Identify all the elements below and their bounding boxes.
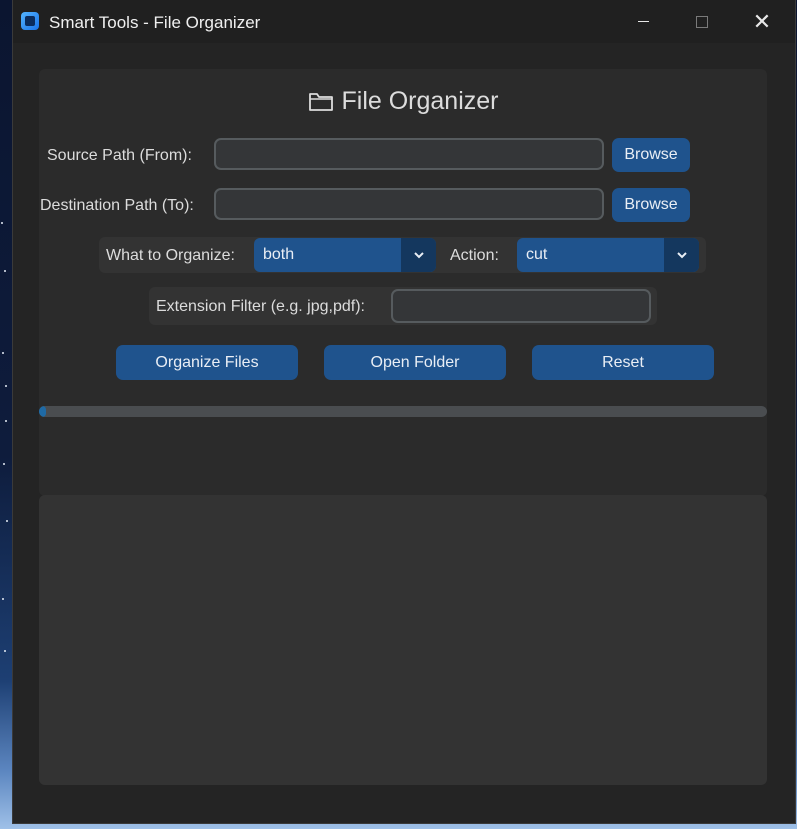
action-dropdown[interactable]: cut [517,238,699,272]
main-panel: File Organizer Source Path (From): Brows… [39,69,767,496]
page-title: File Organizer [39,87,767,116]
organize-files-button[interactable]: Organize Files [116,345,298,380]
star [2,352,4,354]
organize-type-label: What to Organize: [106,247,235,264]
chevron-down-icon[interactable] [401,238,436,272]
star [1,222,3,224]
extension-filter-label: Extension Filter (e.g. jpg,pdf): [156,298,365,315]
star [6,520,8,522]
progress-fill [39,406,47,417]
destination-path-label: Destination Path (To): [40,197,194,214]
organize-type-value: both [263,246,295,263]
star [3,463,5,465]
action-value: cut [526,246,548,263]
window-title: Smart Tools - File Organizer [49,13,261,32]
star [2,598,4,600]
maximize-icon [696,15,708,28]
reset-button[interactable]: Reset [532,345,714,380]
maximize-button[interactable] [672,0,732,43]
app-window: Smart Tools - File Organizer ✕ File Orga… [12,0,796,824]
star [4,270,6,272]
source-path-input[interactable] [214,138,604,170]
source-browse-button[interactable]: Browse [612,138,690,172]
star [4,650,6,652]
chevron-down-icon[interactable] [664,238,699,272]
organize-type-dropdown[interactable]: both [254,238,436,272]
extension-filter-input[interactable] [391,289,651,323]
window-bottom [13,796,795,823]
minimize-button[interactable] [613,0,673,43]
source-path-label: Source Path (From): [47,147,192,164]
minimize-icon [637,21,649,22]
action-label: Action: [450,247,499,264]
app-icon [21,12,39,30]
star [5,385,7,387]
options-frame: What to Organize: both Action: cut [99,237,706,273]
page-title-text: File Organizer [341,87,499,115]
close-button[interactable]: ✕ [732,0,792,43]
progress-bar [39,406,767,417]
title-bar[interactable]: Smart Tools - File Organizer ✕ [13,0,795,43]
destination-path-input[interactable] [214,188,604,220]
log-textbox[interactable] [39,495,767,785]
star [5,420,7,422]
folder-icon [308,93,333,111]
filter-frame: Extension Filter (e.g. jpg,pdf): [149,287,657,325]
close-icon: ✕ [752,8,772,34]
open-folder-button[interactable]: Open Folder [324,345,506,380]
destination-browse-button[interactable]: Browse [612,188,690,222]
